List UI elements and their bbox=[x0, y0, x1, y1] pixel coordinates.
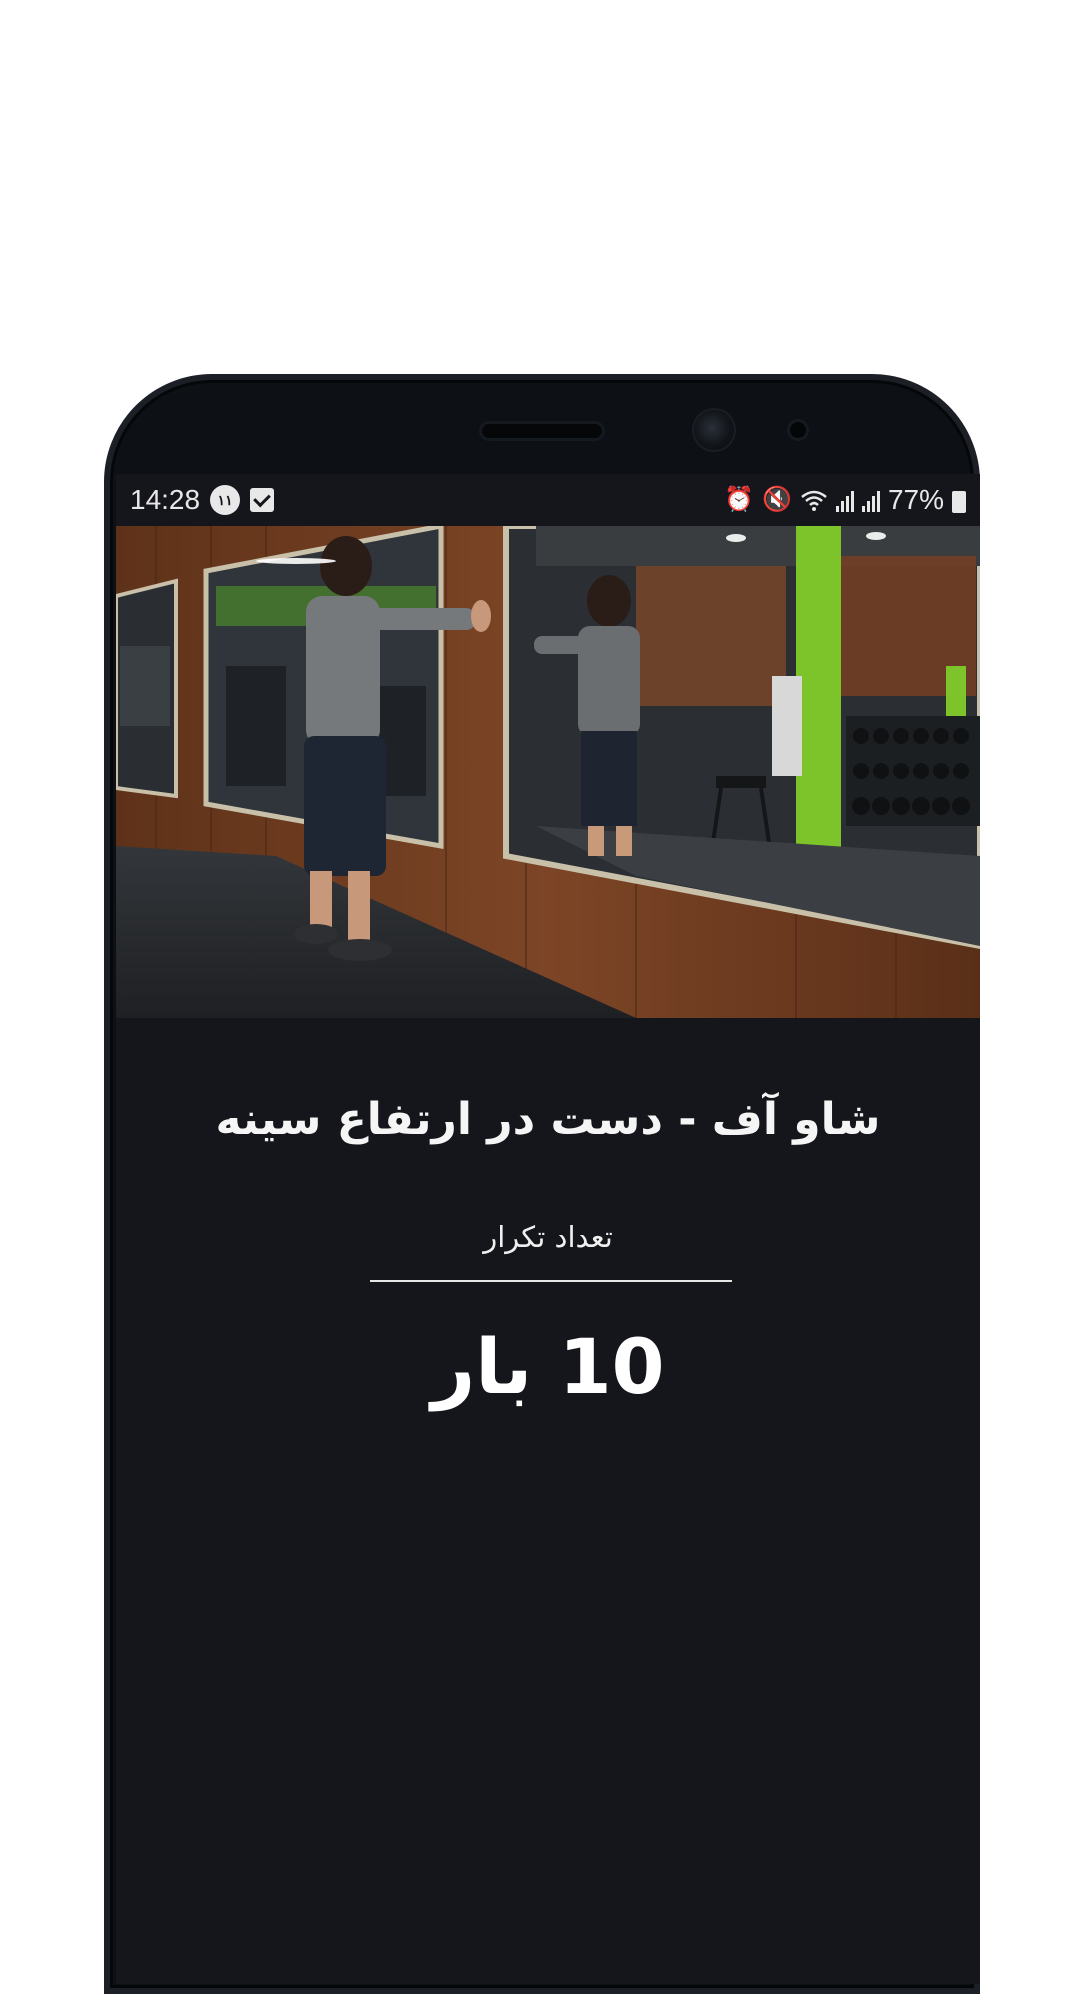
status-left: 14:28 ۱۱ bbox=[130, 484, 275, 516]
front-camera bbox=[694, 410, 734, 450]
earpiece-speaker bbox=[482, 424, 602, 438]
signal-strength-icon-2 bbox=[861, 488, 880, 512]
gym-scene-illustration bbox=[116, 526, 980, 1018]
status-right: ⏰ 🔇 77% bbox=[724, 484, 966, 516]
battery-icon bbox=[952, 491, 966, 513]
task-check-icon bbox=[250, 488, 275, 512]
wifi-icon bbox=[801, 490, 827, 511]
reps-value: 10 بار bbox=[431, 1322, 665, 1411]
battery-percent: 77% bbox=[887, 484, 944, 515]
status-time: 14:28 bbox=[130, 484, 201, 515]
signal-strength-icon bbox=[835, 488, 854, 512]
exercise-image bbox=[116, 526, 980, 1018]
app-screen: 14:28 ۱۱ ⏰ 🔇 77% شاو آف - دست در ارتفاع … bbox=[116, 474, 980, 1984]
status-bar: 14:28 ۱۱ ⏰ 🔇 77% bbox=[116, 474, 980, 526]
alarm-icon: ⏰ bbox=[724, 486, 755, 513]
proximity-sensor bbox=[790, 422, 806, 438]
reps-label: تعداد تکرار bbox=[483, 1220, 613, 1254]
notification-count-badge: ۱۱ bbox=[210, 485, 241, 515]
mute-icon: 🔇 bbox=[762, 486, 792, 513]
divider bbox=[370, 1280, 732, 1282]
phone-frame: 14:28 ۱۱ ⏰ 🔇 77% شاو آف - دست در ارتفاع … bbox=[104, 374, 980, 1994]
exercise-title: شاو آف - دست در ارتفاع سینه bbox=[215, 1094, 881, 1145]
